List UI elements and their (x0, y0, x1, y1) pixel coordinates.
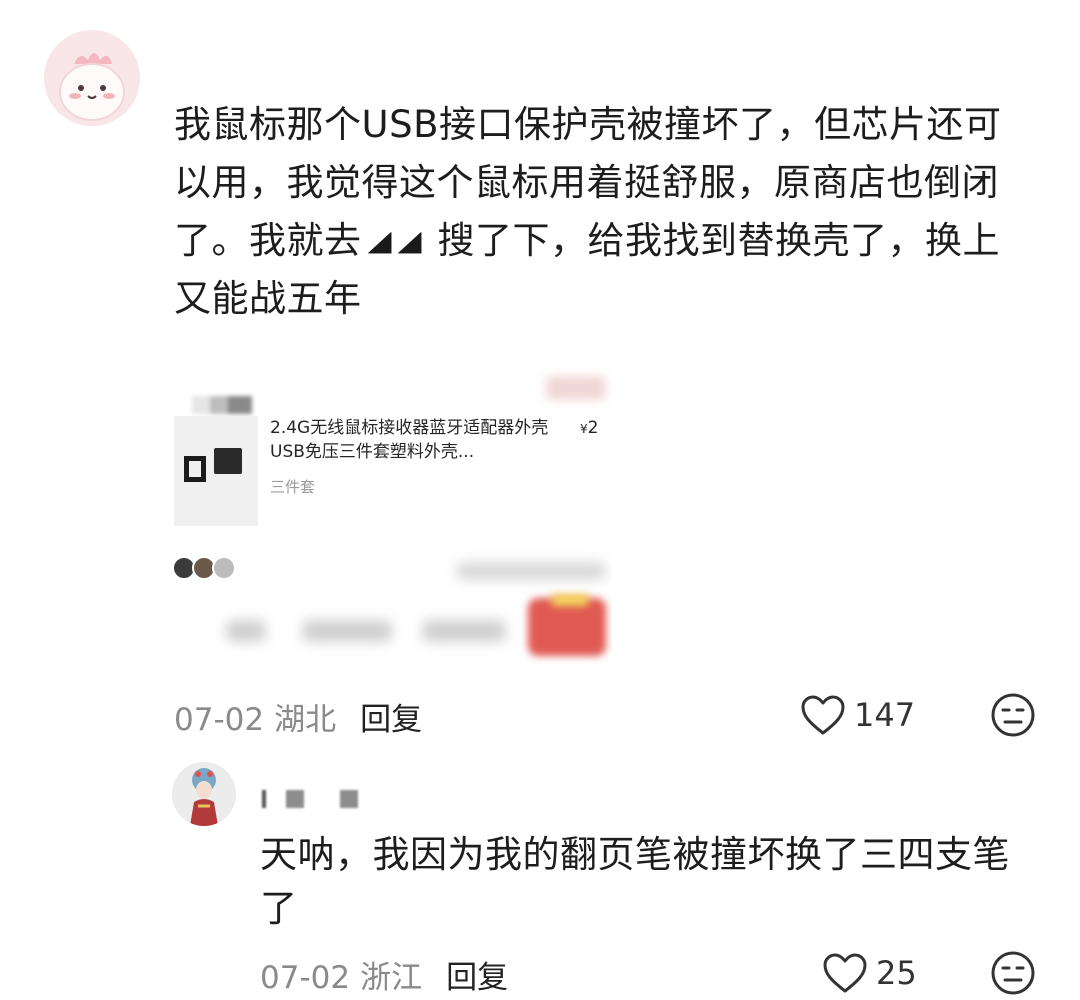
opera-figure-avatar-icon (172, 762, 236, 826)
comment-meta: 07-02 湖北 回复 (174, 694, 422, 739)
product-card-image[interactable]: 2.4G无线鼠标接收器蓝牙适配器外壳USB免压三件套塑料外壳... ¥2 三件套 (172, 358, 612, 670)
reply-like-button[interactable]: 25 (822, 952, 917, 994)
comment-region: 湖北 (274, 702, 337, 738)
comment-thread: 我鼠标那个USB接口保护壳被撞坏了，但芯片还可以用，我觉得这个鼠标用着挺舒服，原… (0, 0, 1080, 1000)
product-price: ¥2 (580, 418, 598, 438)
like-count: 147 (854, 696, 916, 734)
heart-outline-icon (801, 695, 845, 735)
reply-button[interactable]: 回复 (360, 702, 422, 738)
dislike-button[interactable] (990, 692, 1036, 742)
buyer-avatar (212, 556, 236, 580)
blurred-buy-button (528, 598, 606, 656)
blurred-buy-badge (552, 594, 588, 606)
comment-body: 我鼠标那个USB接口保护壳被撞坏了，但芯片还可以用，我觉得这个鼠标用着挺舒服，原… (174, 96, 1034, 328)
heart-outline-icon (823, 953, 867, 993)
pink-creature-avatar-icon (44, 30, 140, 126)
shell-piece-icon (184, 456, 206, 482)
redacted-app-name (366, 228, 428, 258)
shell-piece-icon (214, 448, 242, 474)
blurred-badge (546, 376, 606, 400)
like-button[interactable]: 147 (800, 694, 915, 736)
blurred-sales-text (456, 562, 606, 580)
blurred-button (302, 620, 392, 642)
reply-region: 浙江 (360, 960, 423, 996)
reply-date: 07-02 (260, 960, 351, 996)
currency-symbol: ¥ (580, 422, 588, 436)
product-title: 2.4G无线鼠标接收器蓝牙适配器外壳USB免压三件套塑料外壳... (270, 418, 549, 462)
reply-reply-button[interactable]: 回复 (446, 960, 508, 996)
blurred-username (262, 790, 362, 810)
blurred-button (226, 620, 266, 642)
comment-date: 07-02 (174, 702, 265, 738)
meh-face-icon (991, 951, 1035, 995)
blurred-shop-name (192, 396, 252, 414)
product-spec: 三件套 (270, 478, 316, 496)
buyer-avatars (172, 556, 252, 582)
reply-meta: 07-02 浙江 回复 (260, 952, 508, 997)
reply-dislike-button[interactable] (990, 950, 1036, 1000)
reply-user-avatar[interactable] (172, 762, 236, 826)
user-avatar[interactable] (44, 30, 140, 126)
price-value: 2 (587, 418, 599, 438)
reply-body: 天呐，我因为我的翻页笔被撞坏换了三四支笔了 (260, 833, 1010, 930)
product-thumbnail (174, 416, 258, 526)
meh-face-icon (991, 693, 1035, 737)
reply-like-count: 25 (876, 954, 917, 992)
blurred-button (422, 620, 506, 642)
